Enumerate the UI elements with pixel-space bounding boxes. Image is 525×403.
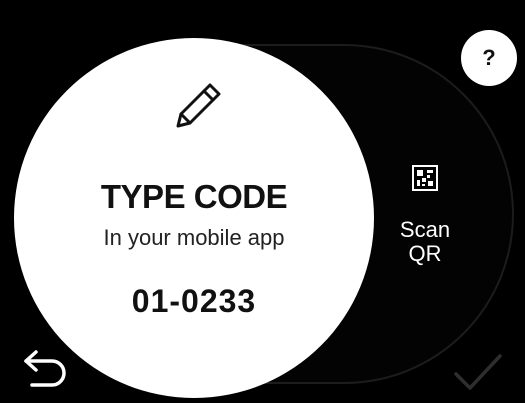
type-code-subtitle: In your mobile app bbox=[103, 225, 285, 250]
pencil-icon bbox=[176, 83, 221, 128]
type-code-title: TYPE CODE bbox=[100, 178, 288, 215]
scan-qr-button[interactable]: Scan QR bbox=[380, 160, 484, 280]
scan-qr-label-line2: QR bbox=[408, 241, 442, 266]
scan-qr-label: Scan QR bbox=[380, 218, 470, 266]
scan-qr-label-line1: Scan bbox=[399, 217, 451, 242]
pairing-code: 01-0233 bbox=[131, 283, 257, 319]
qr-code-icon bbox=[412, 165, 438, 191]
code-entry-screen: TYPE CODE In your mobile app 01-0233 Sca… bbox=[0, 0, 525, 403]
help-button[interactable]: ? bbox=[461, 30, 517, 86]
back-arrow-icon[interactable] bbox=[22, 346, 74, 392]
check-icon[interactable] bbox=[452, 350, 504, 394]
